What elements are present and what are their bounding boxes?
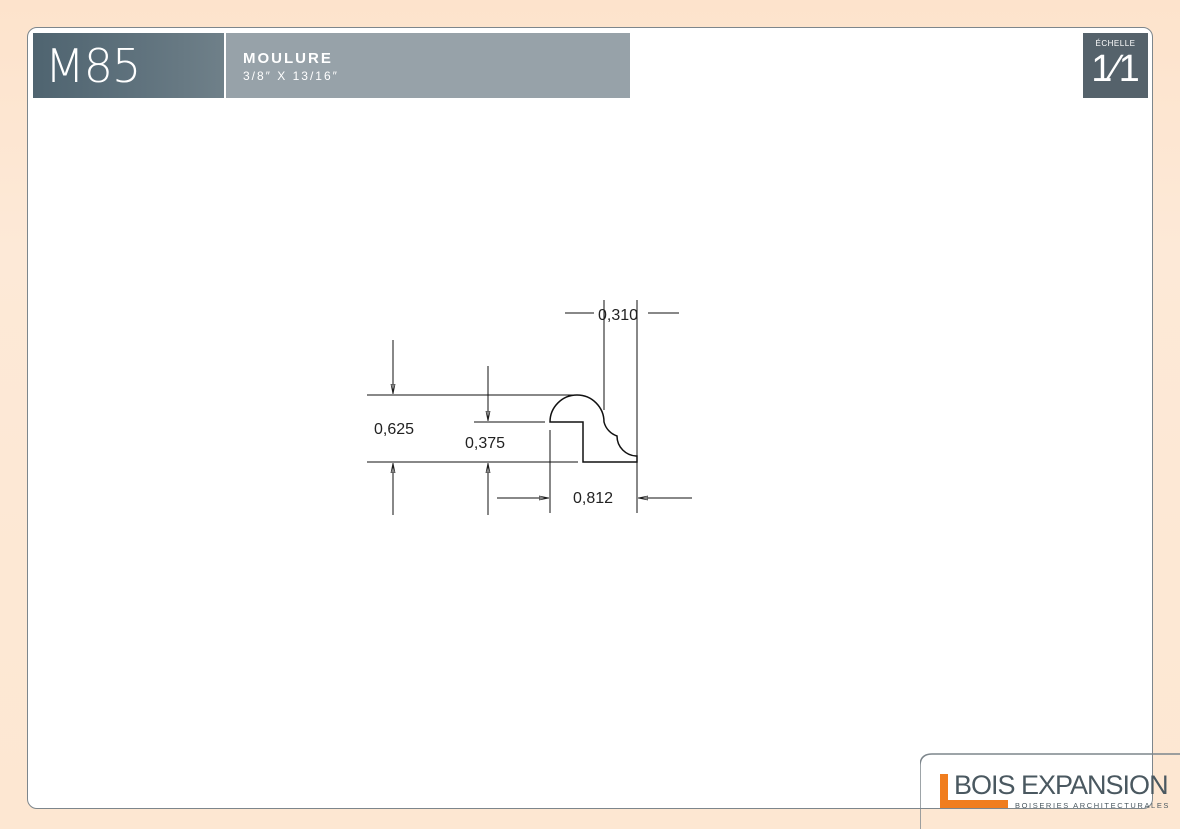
logo-name: BOIS EXPANSION (954, 770, 1169, 800)
label-top-width: 0,310 (598, 307, 638, 324)
moulding-profile (549, 394, 638, 463)
extension-lines (367, 300, 638, 513)
label-overall-width: 0,812 (573, 490, 613, 507)
logo-tagline: BOISERIES ARCHITECTURALES (1015, 801, 1171, 810)
profile-drawing: 0,625 0,375 0,812 0,310 (367, 300, 692, 515)
label-step-height: 0,375 (465, 435, 505, 452)
label-overall-height: 0,625 (374, 421, 414, 438)
